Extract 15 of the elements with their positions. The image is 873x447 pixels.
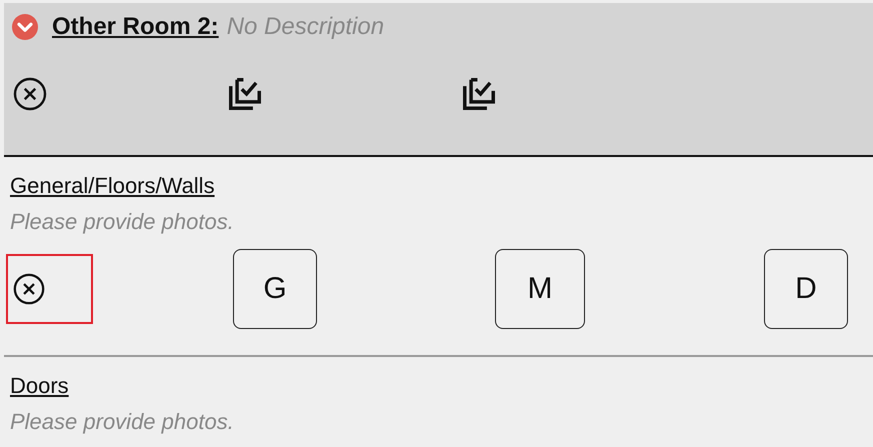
room-description: No Description — [226, 13, 384, 41]
section-title: Doors — [10, 373, 69, 399]
section-hint: Please provide photos. — [10, 209, 234, 235]
chevron-icon[interactable] — [12, 14, 38, 40]
letter-button[interactable]: D — [764, 249, 848, 329]
letter-button[interactable]: M — [495, 249, 585, 329]
letter-button[interactable]: G — [233, 249, 317, 329]
section-hint: Please provide photos. — [10, 409, 234, 435]
section-title: General/Floors/Walls — [10, 173, 215, 199]
clear-icon[interactable] — [12, 76, 48, 112]
clear-icon — [12, 272, 46, 306]
checklist-icon[interactable] — [226, 75, 264, 113]
checklist-icon[interactable] — [460, 75, 498, 113]
clear-button[interactable] — [6, 254, 93, 324]
room-title: Other Room 2: — [52, 13, 219, 41]
